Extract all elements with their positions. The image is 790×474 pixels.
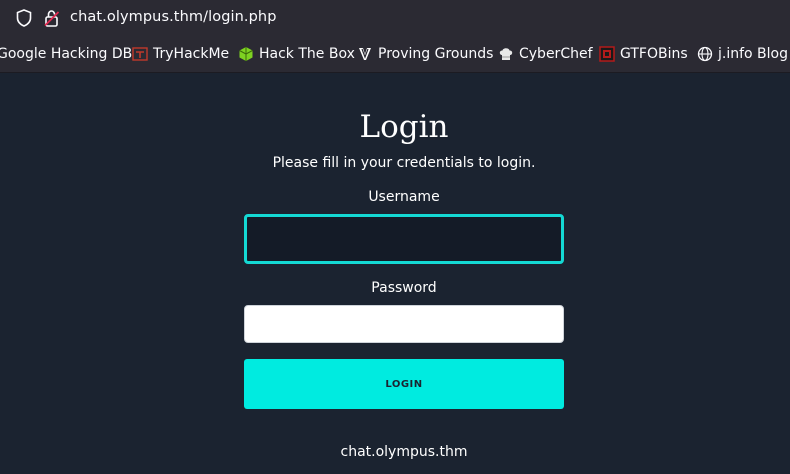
bookmark-jinfo-blog[interactable]: j.info Blog [697, 45, 788, 63]
password-label: Password [371, 280, 437, 296]
login-page: Login Please fill in your credentials to… [0, 73, 790, 474]
bookmark-tryhackme[interactable]: TryHackMe [132, 45, 229, 63]
bookmark-cyberchef[interactable]: CyberChef [498, 45, 593, 63]
username-input[interactable] [244, 214, 564, 264]
url-bar[interactable]: chat.olympus.thm/login.php [0, 0, 790, 36]
globe-icon [697, 46, 713, 62]
bookmark-label: Google Hacking DB [0, 46, 133, 62]
bookmarks-bar: Google Hacking DB TryHackMe Hack The Box… [0, 36, 790, 73]
proving-grounds-icon [359, 48, 371, 60]
page-title: Login [359, 109, 449, 145]
bookmark-label: TryHackMe [153, 46, 230, 62]
bookmark-label: CyberChef [519, 46, 593, 62]
hackthebox-icon [239, 47, 253, 61]
url-text[interactable]: chat.olympus.thm/login.php [70, 9, 277, 25]
bookmark-google-hacking-db[interactable]: Google Hacking DB [0, 45, 132, 63]
footer-hostname: chat.olympus.thm [340, 444, 468, 460]
tryhackme-icon [132, 47, 148, 61]
bookmark-gtfobins[interactable]: GTFOBins [599, 45, 688, 63]
login-instructions: Please fill in your credentials to login… [272, 155, 536, 171]
username-label: Username [368, 189, 440, 205]
login-button-label: LOGIN [385, 378, 423, 390]
bookmark-label: Proving Grounds [378, 46, 494, 62]
bookmark-label: j.info Blog [718, 46, 788, 62]
bookmark-label: GTFOBins [620, 46, 688, 62]
bookmark-hackthebox[interactable]: Hack The Box [238, 45, 355, 63]
password-input[interactable] [244, 305, 564, 343]
gtfobins-icon [599, 46, 615, 62]
bookmark-label: Hack The Box [259, 46, 355, 62]
login-button[interactable]: LOGIN [244, 359, 564, 409]
cyberchef-icon [499, 48, 513, 60]
bookmark-proving-grounds[interactable]: Proving Grounds [357, 45, 493, 63]
insecure-lock-icon[interactable] [43, 9, 61, 27]
shield-icon[interactable] [16, 9, 32, 27]
